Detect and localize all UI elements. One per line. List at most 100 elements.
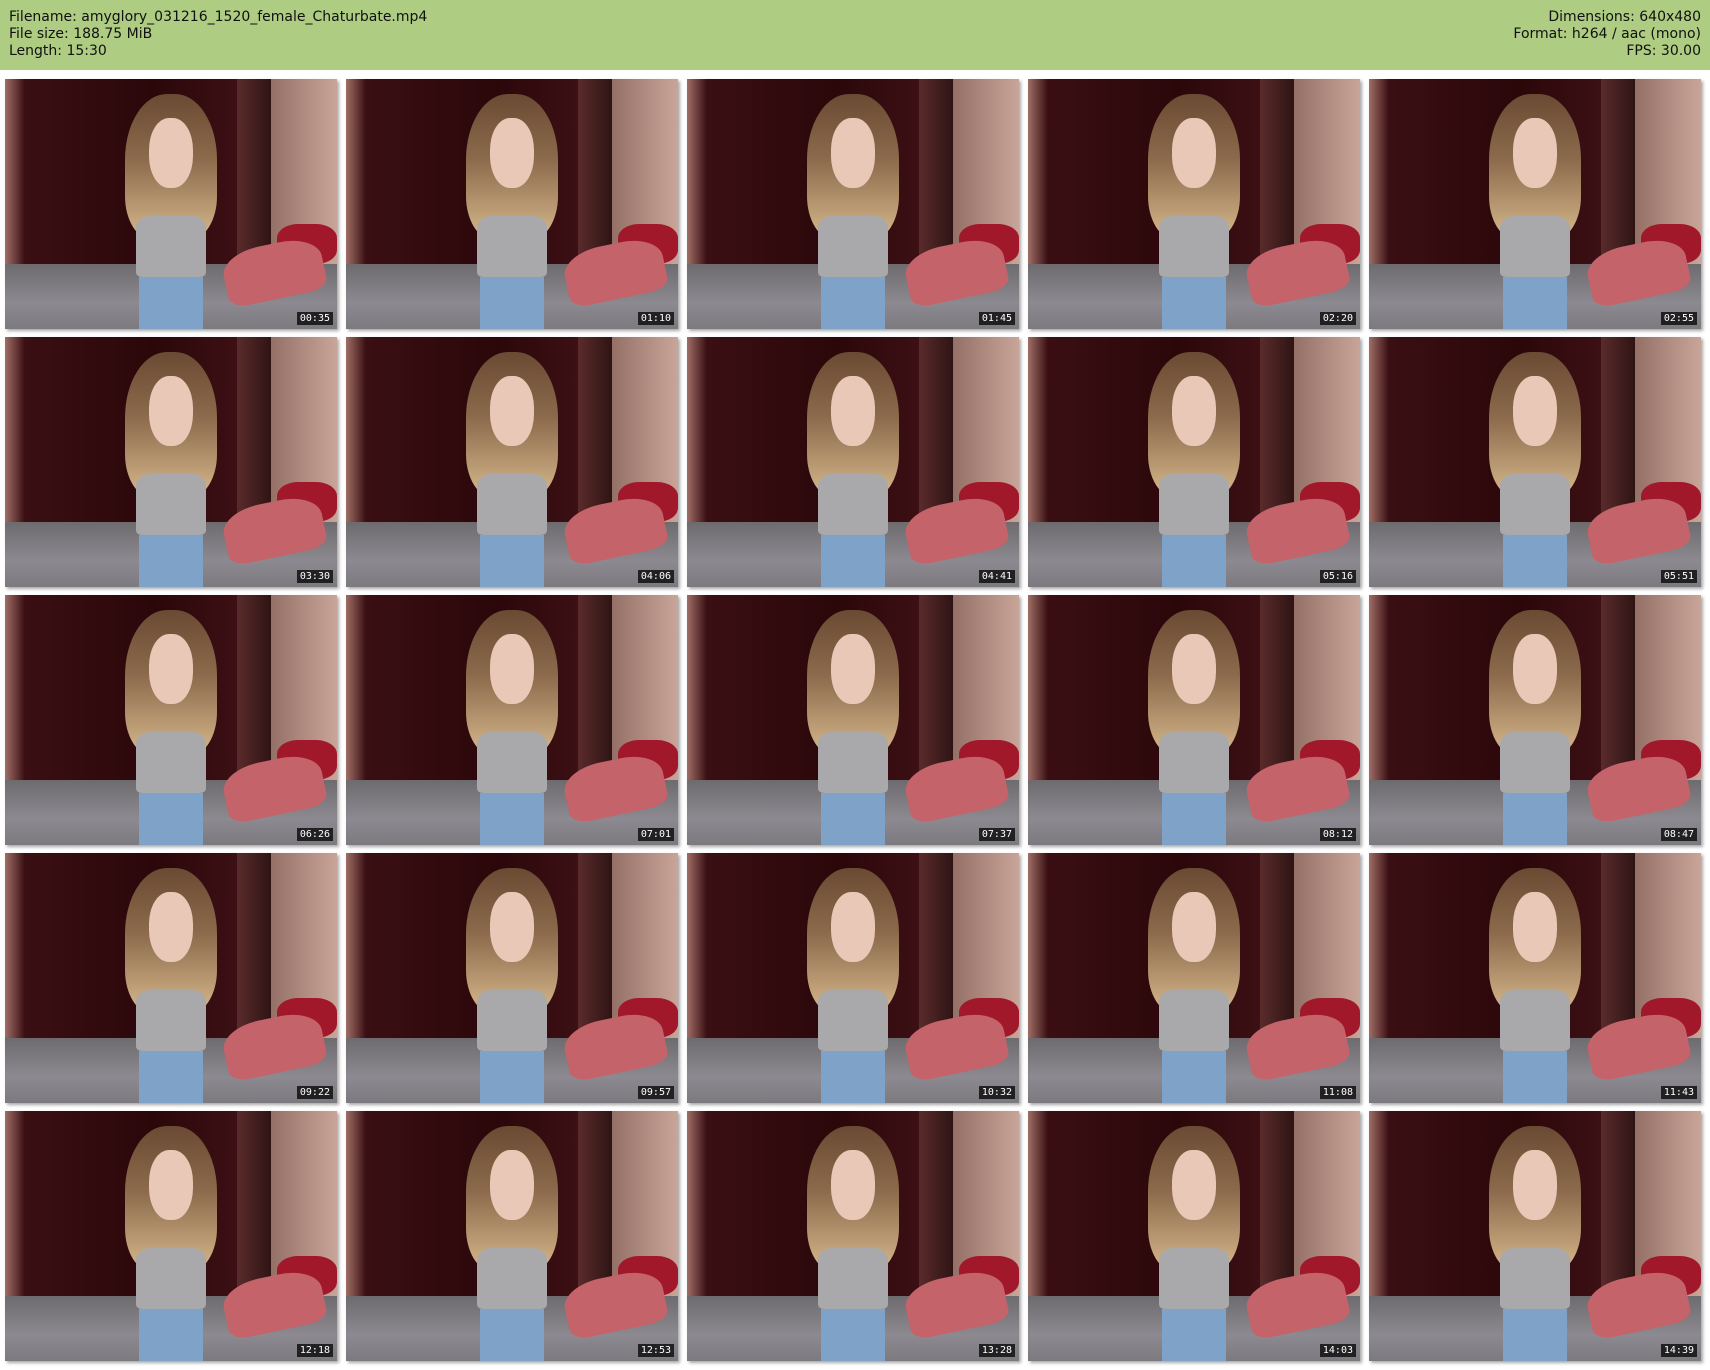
fps-text: FPS: 30.00 bbox=[1626, 43, 1701, 59]
top-garment bbox=[1499, 216, 1571, 278]
timestamp-label: 09:22 bbox=[296, 1086, 333, 1099]
shorts bbox=[821, 1051, 885, 1103]
shorts bbox=[480, 1309, 544, 1361]
video-thumbnail[interactable]: 04:06 bbox=[346, 337, 678, 587]
face bbox=[489, 117, 535, 188]
video-thumbnail[interactable]: 12:53 bbox=[346, 1111, 678, 1361]
face bbox=[830, 891, 876, 962]
top-garment bbox=[817, 732, 889, 794]
person-figure bbox=[465, 94, 559, 329]
shorts bbox=[1503, 535, 1567, 587]
shorts bbox=[1162, 1309, 1226, 1361]
top-garment bbox=[135, 990, 207, 1052]
timestamp-label: 12:53 bbox=[637, 1344, 674, 1357]
top-garment bbox=[476, 216, 548, 278]
shorts bbox=[821, 277, 885, 329]
face bbox=[1512, 1149, 1558, 1220]
face bbox=[1171, 117, 1217, 188]
person-figure bbox=[1488, 610, 1582, 845]
video-thumbnail[interactable]: 00:35 bbox=[5, 79, 337, 329]
face bbox=[1512, 117, 1558, 188]
face bbox=[830, 375, 876, 446]
timestamp-label: 04:41 bbox=[978, 570, 1015, 583]
person-figure bbox=[124, 352, 218, 587]
person-figure bbox=[1488, 94, 1582, 329]
person-figure bbox=[124, 1126, 218, 1361]
video-thumbnail[interactable]: 04:41 bbox=[687, 337, 1019, 587]
video-thumbnail[interactable]: 07:01 bbox=[346, 595, 678, 845]
timestamp-label: 12:18 bbox=[296, 1344, 333, 1357]
shorts bbox=[1503, 793, 1567, 845]
person-figure bbox=[124, 94, 218, 329]
shorts bbox=[1503, 1051, 1567, 1103]
video-thumbnail[interactable]: 14:03 bbox=[1028, 1111, 1360, 1361]
info-header: Filename: amyglory_031216_1520_female_Ch… bbox=[0, 0, 1710, 70]
top-garment bbox=[817, 474, 889, 536]
video-thumbnail[interactable]: 11:43 bbox=[1369, 853, 1701, 1103]
timestamp-label: 02:55 bbox=[1660, 312, 1697, 325]
shorts bbox=[821, 535, 885, 587]
top-garment bbox=[817, 990, 889, 1052]
timestamp-label: 10:32 bbox=[978, 1086, 1015, 1099]
face bbox=[1171, 1149, 1217, 1220]
face bbox=[1512, 375, 1558, 446]
top-garment bbox=[135, 732, 207, 794]
shorts bbox=[139, 535, 203, 587]
shorts bbox=[1162, 793, 1226, 845]
person-figure bbox=[124, 868, 218, 1103]
video-thumbnail[interactable]: 01:10 bbox=[346, 79, 678, 329]
shorts bbox=[139, 1051, 203, 1103]
person-figure bbox=[1488, 1126, 1582, 1361]
video-thumbnail[interactable]: 08:47 bbox=[1369, 595, 1701, 845]
face bbox=[830, 1149, 876, 1220]
video-thumbnail[interactable]: 10:32 bbox=[687, 853, 1019, 1103]
timestamp-label: 07:37 bbox=[978, 828, 1015, 841]
face bbox=[1512, 891, 1558, 962]
video-thumbnail[interactable]: 05:51 bbox=[1369, 337, 1701, 587]
video-thumbnail[interactable]: 03:30 bbox=[5, 337, 337, 587]
length-text: Length: 15:30 bbox=[9, 43, 107, 59]
person-figure bbox=[465, 610, 559, 845]
video-thumbnail[interactable]: 11:08 bbox=[1028, 853, 1360, 1103]
face bbox=[1171, 633, 1217, 704]
shorts bbox=[480, 1051, 544, 1103]
top-garment bbox=[476, 1248, 548, 1310]
shorts bbox=[480, 793, 544, 845]
timestamp-label: 14:03 bbox=[1319, 1344, 1356, 1357]
video-thumbnail[interactable]: 06:26 bbox=[5, 595, 337, 845]
shorts bbox=[480, 535, 544, 587]
face bbox=[830, 633, 876, 704]
person-figure bbox=[465, 868, 559, 1103]
timestamp-label: 06:26 bbox=[296, 828, 333, 841]
face bbox=[830, 117, 876, 188]
media-info: Dimensions: 640x480 Format: h264 / aac (… bbox=[1513, 9, 1701, 60]
top-garment bbox=[135, 474, 207, 536]
timestamp-label: 05:51 bbox=[1660, 570, 1697, 583]
video-thumbnail[interactable]: 12:18 bbox=[5, 1111, 337, 1361]
face bbox=[1171, 375, 1217, 446]
top-garment bbox=[135, 1248, 207, 1310]
person-figure bbox=[1147, 1126, 1241, 1361]
top-garment bbox=[1499, 1248, 1571, 1310]
video-thumbnail[interactable]: 09:22 bbox=[5, 853, 337, 1103]
shorts bbox=[1162, 277, 1226, 329]
timestamp-label: 07:01 bbox=[637, 828, 674, 841]
timestamp-label: 04:06 bbox=[637, 570, 674, 583]
video-thumbnail[interactable]: 13:28 bbox=[687, 1111, 1019, 1361]
video-thumbnail[interactable]: 05:16 bbox=[1028, 337, 1360, 587]
top-garment bbox=[1158, 474, 1230, 536]
shorts bbox=[1503, 1309, 1567, 1361]
person-figure bbox=[806, 868, 900, 1103]
video-thumbnail[interactable]: 14:39 bbox=[1369, 1111, 1701, 1361]
top-garment bbox=[817, 216, 889, 278]
video-thumbnail[interactable]: 02:20 bbox=[1028, 79, 1360, 329]
video-thumbnail[interactable]: 01:45 bbox=[687, 79, 1019, 329]
top-garment bbox=[1499, 474, 1571, 536]
video-thumbnail[interactable]: 09:57 bbox=[346, 853, 678, 1103]
person-figure bbox=[806, 94, 900, 329]
video-thumbnail[interactable]: 07:37 bbox=[687, 595, 1019, 845]
timestamp-label: 09:57 bbox=[637, 1086, 674, 1099]
video-thumbnail[interactable]: 08:12 bbox=[1028, 595, 1360, 845]
video-thumbnail[interactable]: 02:55 bbox=[1369, 79, 1701, 329]
top-garment bbox=[1158, 1248, 1230, 1310]
